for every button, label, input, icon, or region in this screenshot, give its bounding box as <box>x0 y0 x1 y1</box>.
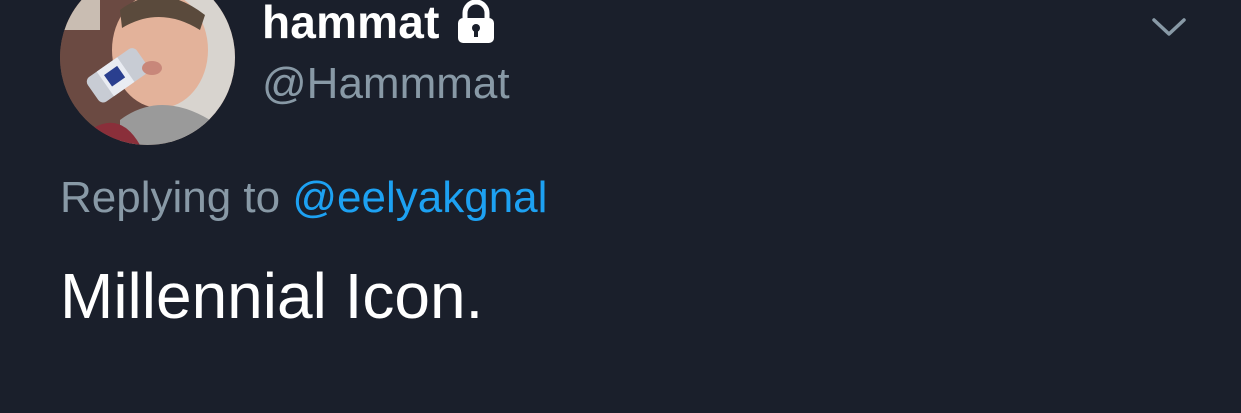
replying-to-label: Replying to <box>60 173 281 222</box>
tweet-card[interactable]: hammat @Hammmat Replying to @eelyakgnal … <box>0 0 1241 413</box>
profile-photo-icon <box>60 0 235 145</box>
author-display-name[interactable]: hammat <box>262 0 440 48</box>
reply-mention-link[interactable]: @eelyakgnal <box>292 173 547 222</box>
tweet-text: Millennial Icon. <box>60 260 484 332</box>
chevron-down-icon[interactable] <box>1150 14 1188 40</box>
author-name-row[interactable]: hammat <box>262 0 498 48</box>
lock-icon <box>454 0 498 45</box>
author-handle[interactable]: @Hammmat <box>262 58 510 110</box>
avatar[interactable] <box>60 0 235 145</box>
replying-to-line: Replying to @eelyakgnal <box>60 172 547 224</box>
